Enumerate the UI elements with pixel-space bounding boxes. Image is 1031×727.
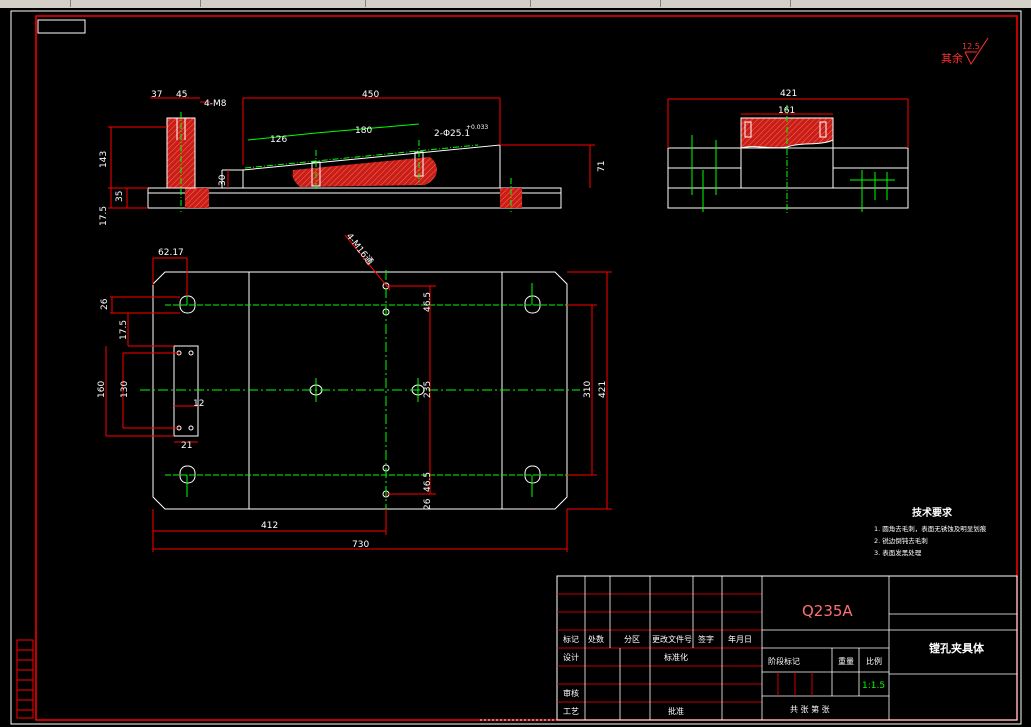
dim-plan-310: 310 — [583, 381, 593, 398]
roughness-prefix: 其余 — [941, 51, 963, 65]
plan-side-plate — [173, 345, 199, 437]
dim-plan-12: 12 — [193, 399, 204, 409]
dim-front-143: 143 — [99, 151, 109, 168]
dim-side-421: 421 — [780, 89, 797, 99]
tb-stage-mark: 阶段标记 — [768, 656, 800, 666]
left-margin-marks — [16, 639, 34, 719]
side-view[interactable]: 421 161 — [667, 89, 909, 215]
dim-front-tol: +0.033 — [466, 124, 488, 131]
dim-plan-412: 412 — [261, 521, 278, 531]
dim-side-161: 161 — [778, 106, 795, 116]
front-view[interactable]: 37 45 4-M8 450 126 180 2-Φ25.1 +0.033 14… — [99, 90, 607, 226]
dim-front-450: 450 — [362, 90, 379, 100]
tb-header-sign: 签字 — [698, 634, 714, 644]
dim-front-35: 35 — [115, 191, 125, 202]
title-block[interactable]: 标记 处数 分区 更改文件号 签字 年月日 设计 审核 工艺 标准化 批准 阶段… — [556, 575, 1018, 721]
toolbar-button[interactable] — [0, 0, 71, 7]
dim-plan-160: 160 — [97, 381, 107, 398]
tech-req-item-2: 2. 锐边倒钝去毛刺 — [874, 536, 928, 545]
toolbar-button[interactable] — [530, 0, 661, 7]
tb-header-count: 处数 — [588, 634, 604, 644]
tech-req-item-1: 1. 圆角去毛刺，表面无锈蚀及明显划痕 — [874, 524, 987, 533]
tech-req-item-3: 3. 表面发黑处理 — [874, 548, 922, 557]
roughness-value: 12.5 — [962, 42, 980, 51]
tb-scale-value: 1:1.5 — [862, 681, 885, 691]
dim-front-37: 37 — [151, 90, 162, 100]
dim-plan-26a: 26 — [100, 298, 110, 310]
dim-plan-421: 421 — [598, 381, 608, 398]
front-base — [147, 187, 562, 209]
drawing-code-box — [37, 19, 86, 34]
tb-row-review: 审核 — [563, 688, 579, 698]
dim-front-30: 30 — [218, 174, 228, 186]
roughness-symbol: 其余 12.5 — [941, 37, 989, 66]
cad-drawing-canvas[interactable]: 其余 12.5 37 45 4-M8 450 126 180 2-Φ25.1 +… — [0, 8, 1031, 727]
outer-frame — [10, 10, 1022, 725]
dim-plan-730: 730 — [352, 540, 369, 550]
host-toolbar-strip — [0, 0, 1031, 8]
tb-standardization: 标准化 — [664, 652, 688, 662]
dim-front-hole: 2-Φ25.1 — [434, 129, 470, 139]
dim-plan-465a: 46.5 — [423, 292, 433, 312]
dim-plan-235: 235 — [423, 381, 433, 398]
dim-plan-26b: 26 — [423, 498, 433, 510]
dim-front-180: 180 — [355, 126, 372, 136]
dim-plan-6217: 62.17 — [158, 248, 184, 258]
tb-approve: 批准 — [668, 706, 684, 716]
toolbar-button[interactable] — [70, 0, 201, 7]
tb-scale-label: 比例 — [866, 656, 882, 666]
dim-front-126: 126 — [270, 135, 287, 145]
front-base-hatch-left — [185, 188, 209, 208]
tb-material: Q235A — [802, 602, 853, 620]
dim-front-m8: 4-M8 — [204, 99, 227, 109]
dim-plan-465b: 46.5 — [423, 472, 433, 492]
tb-header-zone: 分区 — [624, 635, 640, 644]
dim-front-175: 17.5 — [99, 206, 109, 226]
tb-row-design: 设计 — [563, 652, 579, 662]
tb-part-name: 镗孔夹具体 — [929, 641, 985, 655]
technical-requirements: 技术要求 1. 圆角去毛刺，表面无锈蚀及明显划痕 2. 锐边倒钝去毛刺 3. 表… — [874, 506, 987, 557]
toolbar-button[interactable] — [365, 0, 531, 7]
dim-front-45: 45 — [176, 90, 187, 100]
tb-row-process: 工艺 — [563, 707, 579, 716]
tb-weight: 重量 — [838, 656, 854, 666]
dim-plan-175: 17.5 — [119, 320, 129, 340]
tb-header-date: 年月日 — [728, 634, 752, 644]
toolbar-button[interactable] — [200, 0, 366, 7]
tb-sheet-count: 共 张 第 张 — [790, 704, 830, 714]
tech-req-title: 技术要求 — [912, 506, 953, 519]
dim-plan-thread: 4-M16通 — [344, 231, 376, 267]
tb-header-change-doc: 更改文件号 — [652, 634, 692, 644]
dim-plan-21: 21 — [181, 441, 192, 451]
dim-plan-130: 130 — [120, 381, 130, 398]
plan-view[interactable]: 62.17 4-M16通 26 17.5 160 130 12 21 46.5 … — [97, 231, 612, 552]
toolbar-button[interactable] — [660, 0, 791, 7]
tb-header-mark: 标记 — [563, 634, 579, 644]
dim-front-71: 71 — [597, 161, 607, 172]
